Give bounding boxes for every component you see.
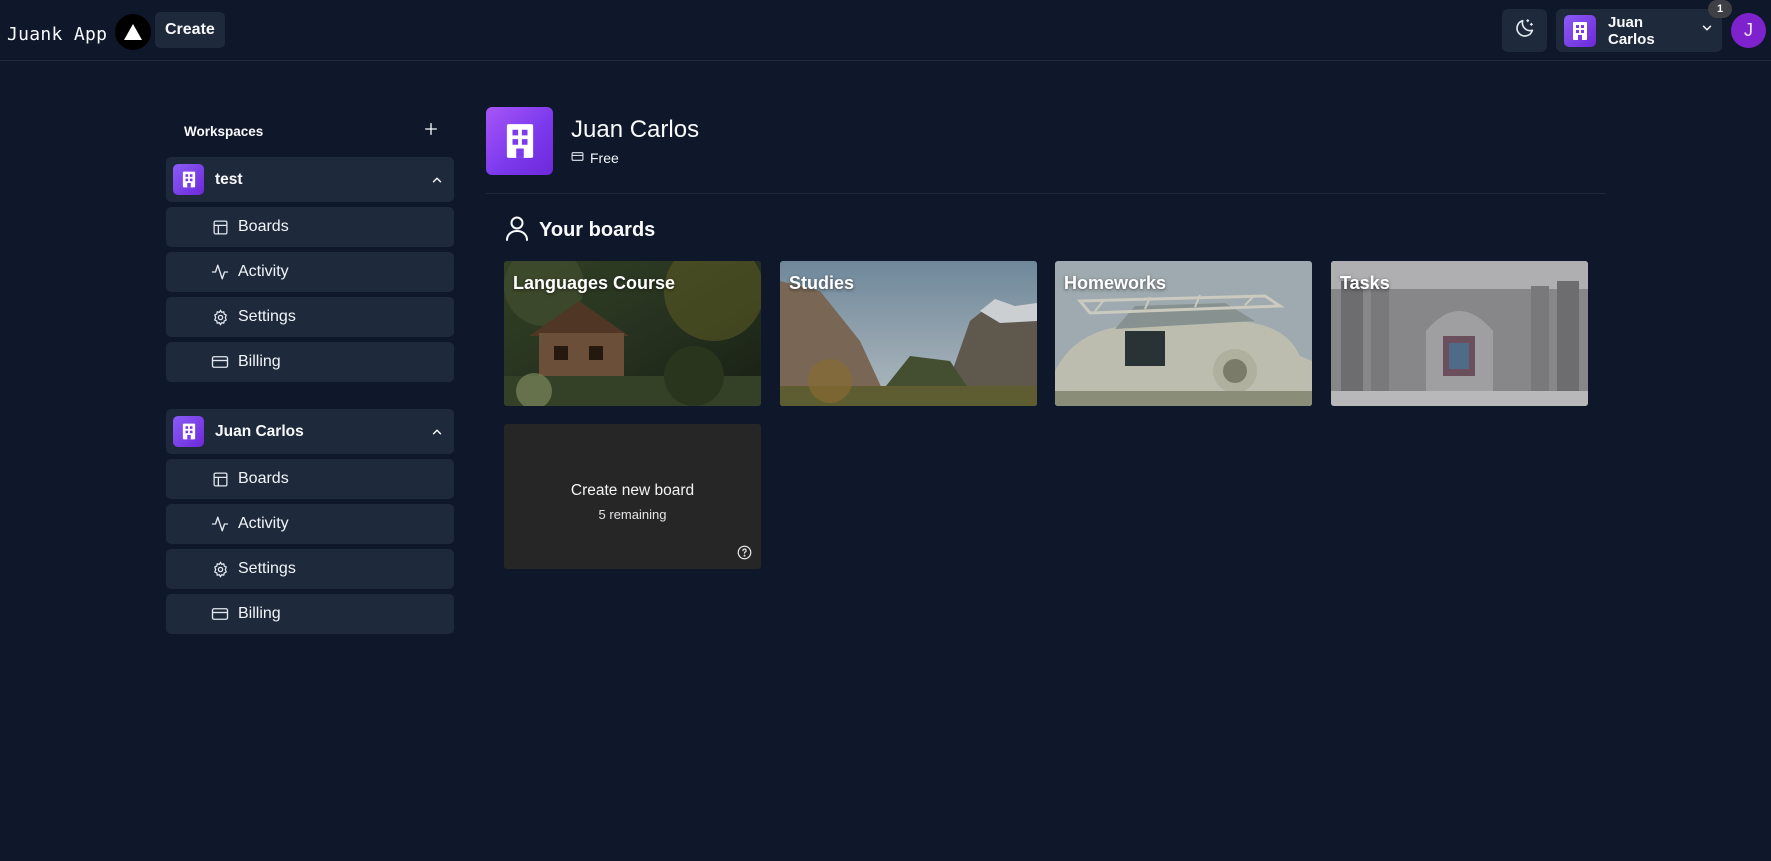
sidebar-item-label: Activity bbox=[238, 515, 289, 532]
sidebar-item-label: Billing bbox=[238, 353, 281, 370]
workspace-name: Juan Carlos bbox=[215, 422, 304, 440]
org-switcher[interactable]: Juan Carlos bbox=[1556, 9, 1722, 52]
sidebar-item-label: Activity bbox=[238, 263, 289, 280]
workspace-header-juan-carlos[interactable]: Juan Carlos bbox=[166, 409, 454, 454]
sidebar-item-boards[interactable]: Boards bbox=[166, 207, 454, 247]
board-card-homeworks[interactable]: Homeworks bbox=[1055, 261, 1312, 406]
add-workspace-plus-icon[interactable] bbox=[423, 121, 439, 142]
workspace-header-test[interactable]: test bbox=[166, 157, 454, 202]
building-icon bbox=[1564, 14, 1596, 47]
chevron-up-icon bbox=[427, 173, 447, 187]
board-title: Homeworks bbox=[1064, 273, 1167, 293]
org-switcher-name: Juan Carlos bbox=[1608, 13, 1655, 48]
sidebar-item-label: Billing bbox=[238, 605, 281, 622]
triangle-logo-icon bbox=[115, 14, 152, 50]
divider bbox=[486, 193, 1606, 194]
chevron-up-icon bbox=[427, 425, 447, 439]
sidebar-item-label: Settings bbox=[238, 560, 296, 577]
sidebar-item-label: Boards bbox=[238, 470, 289, 487]
board-card-studies[interactable]: Studies bbox=[780, 261, 1037, 406]
credit-card-icon bbox=[211, 353, 229, 371]
help-circle-icon[interactable] bbox=[737, 545, 752, 560]
workspace-name: test bbox=[215, 170, 243, 188]
boards-heading: Your boards bbox=[505, 215, 655, 246]
workspaces-sidebar: Workspaces test Boards Activity Settings… bbox=[166, 115, 454, 634]
chevron-down-icon bbox=[1700, 21, 1714, 40]
sidebar-item-label: Settings bbox=[238, 308, 296, 325]
boards-remaining: 5 remaining bbox=[598, 507, 667, 522]
sidebar-item-boards[interactable]: Boards bbox=[166, 459, 454, 499]
board-title: Studies bbox=[789, 273, 855, 293]
brand-name: Juank App bbox=[7, 23, 108, 45]
board-card-languages-course[interactable]: Languages Course bbox=[504, 261, 761, 406]
plan-label: Free bbox=[590, 150, 619, 166]
create-new-board-card[interactable]: Create new board 5 remaining bbox=[504, 424, 761, 569]
board-title: Tasks bbox=[1340, 273, 1390, 293]
create-button[interactable]: Create bbox=[155, 12, 225, 48]
credit-card-icon bbox=[571, 150, 584, 166]
workspace-group-juan-carlos: Juan Carlos Boards Activity Settings Bil… bbox=[166, 409, 454, 634]
user-avatar[interactable]: J bbox=[1731, 13, 1766, 48]
org-header: Juan Carlos Free bbox=[486, 107, 699, 175]
workspace-group-test: test Boards Activity Settings Billing bbox=[166, 157, 454, 382]
sidebar-item-billing[interactable]: Billing bbox=[166, 342, 454, 382]
activity-icon bbox=[211, 515, 229, 533]
layout-icon bbox=[211, 470, 229, 488]
building-icon bbox=[173, 164, 204, 195]
sidebar-item-settings[interactable]: Settings bbox=[166, 297, 454, 337]
gear-icon bbox=[211, 308, 229, 326]
activity-icon bbox=[211, 263, 229, 281]
board-title: Languages Course bbox=[513, 273, 676, 293]
sidebar-header: Workspaces bbox=[166, 115, 454, 147]
building-icon bbox=[173, 416, 204, 447]
sidebar-item-activity[interactable]: Activity bbox=[166, 252, 454, 292]
top-navbar: Juank App Create Juan Carlos 1 J bbox=[0, 0, 1771, 61]
building-icon bbox=[486, 107, 553, 175]
user-icon bbox=[505, 215, 529, 246]
org-plan: Free bbox=[571, 150, 699, 166]
boards-heading-text: Your boards bbox=[539, 219, 656, 241]
org-info: Juan Carlos Free bbox=[571, 107, 699, 175]
notification-badge[interactable]: 1 bbox=[1708, 0, 1732, 18]
sidebar-item-label: Boards bbox=[238, 218, 289, 235]
org-name: Juan Carlos bbox=[571, 116, 700, 143]
board-card-tasks[interactable]: Tasks bbox=[1331, 261, 1588, 406]
sidebar-item-settings[interactable]: Settings bbox=[166, 549, 454, 589]
theme-toggle-button[interactable] bbox=[1502, 9, 1547, 52]
brand-link[interactable]: Juank App bbox=[7, 14, 152, 52]
gear-icon bbox=[211, 560, 229, 578]
moon-icon bbox=[1514, 17, 1536, 44]
credit-card-icon bbox=[211, 605, 229, 623]
create-board-label: Create new board bbox=[570, 482, 695, 499]
layout-icon bbox=[211, 218, 229, 236]
sidebar-title: Workspaces bbox=[184, 123, 264, 139]
sidebar-item-billing[interactable]: Billing bbox=[166, 594, 454, 634]
sidebar-item-activity[interactable]: Activity bbox=[166, 504, 454, 544]
